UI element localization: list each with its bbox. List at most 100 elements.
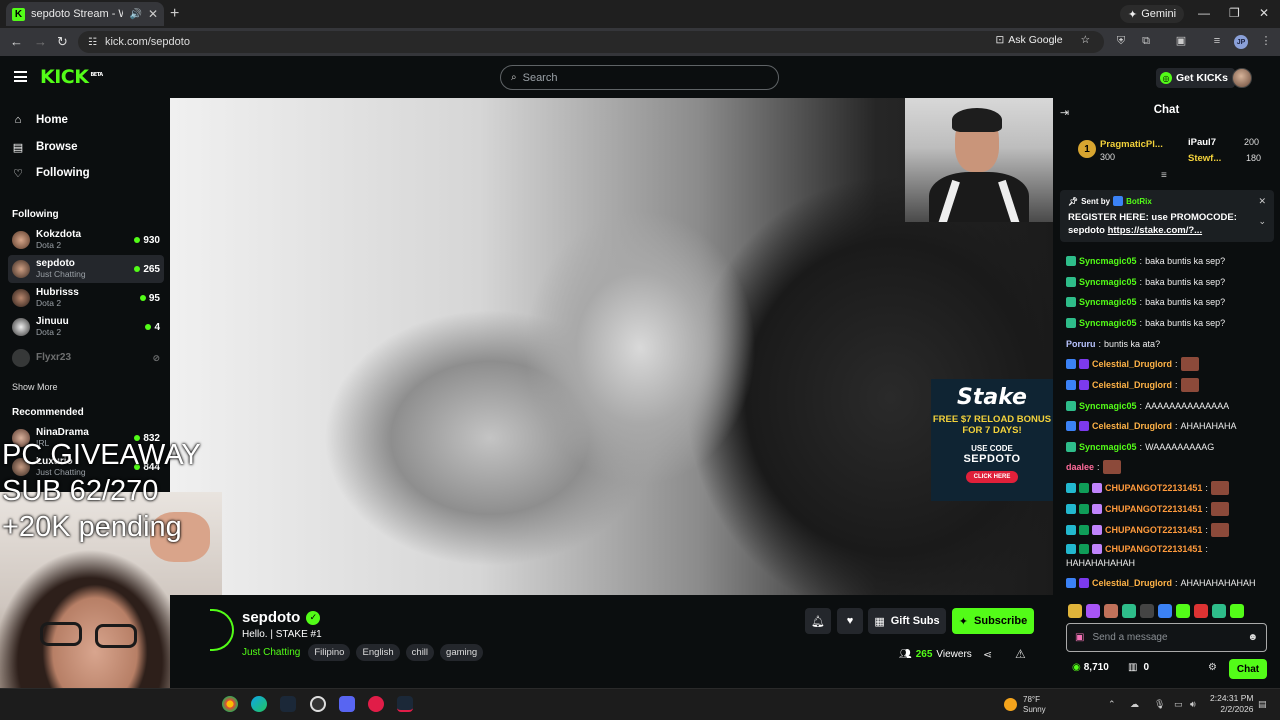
streamer-name[interactable]: sepdoto ✓ xyxy=(242,609,321,626)
tray-chevron-icon[interactable]: ⌃ xyxy=(1108,699,1116,710)
emote-icon[interactable] xyxy=(1086,604,1100,618)
emote-icon[interactable] xyxy=(1068,604,1082,618)
stream-tag[interactable]: Filipino xyxy=(308,644,351,661)
emote-icon[interactable] xyxy=(1212,604,1226,618)
chat-username[interactable]: CHUPANGOT22131451 xyxy=(1105,544,1202,554)
ad-cta-button[interactable]: CLICK HERE xyxy=(965,470,1019,483)
search-bar[interactable]: ⌕ xyxy=(500,65,779,90)
following-channel[interactable]: Jinuuu Dota 2 4 xyxy=(8,313,164,341)
gift-icon[interactable]: ▣ xyxy=(1075,632,1084,643)
audio-icon[interactable]: 🔊 xyxy=(129,9,141,20)
leaderboard-name[interactable]: PragmaticPl... xyxy=(1100,139,1163,150)
browser-tab[interactable]: K sepdoto Stream - Watch Li 🔊 ✕ xyxy=(6,2,164,26)
following-channel[interactable]: Kokzdota Dota 2 930 xyxy=(8,226,164,254)
mic-icon[interactable]: 🎙︎ xyxy=(1154,699,1165,710)
chat-username[interactable]: CHUPANGOT22131451 xyxy=(1105,483,1202,493)
share-icon[interactable]: ⋖ xyxy=(983,648,992,661)
pinned-message[interactable]: 📌︎ Sent by BotRix REGISTER HERE: use PRO… xyxy=(1060,190,1274,242)
gemini-button[interactable]: ✦ Gemini xyxy=(1120,5,1185,23)
steam-taskbar-icon[interactable] xyxy=(280,696,296,712)
chat-username[interactable]: CHUPANGOT22131451 xyxy=(1105,525,1202,535)
menu-icon[interactable] xyxy=(14,71,27,82)
forward-icon[interactable]: → xyxy=(34,34,47,49)
chat-username[interactable]: Syncmagic05 xyxy=(1079,297,1137,307)
browser-menu-icon[interactable]: ⋮ xyxy=(1260,35,1272,47)
tab-search-icon[interactable]: ▣ xyxy=(1175,35,1187,47)
channel-points[interactable]: ▥ 0 xyxy=(1128,662,1149,673)
subscribe-button[interactable]: ✦ Subscribe xyxy=(952,608,1034,634)
reading-list-icon[interactable]: ≡ xyxy=(1211,35,1223,47)
chat-username[interactable]: Poruru xyxy=(1066,339,1096,349)
steam-active-taskbar-icon[interactable] xyxy=(397,696,413,712)
minimize-icon[interactable]: — xyxy=(1198,6,1210,20)
chat-username[interactable]: Syncmagic05 xyxy=(1079,442,1137,452)
nav-browse[interactable]: ▤ Browse xyxy=(12,139,78,155)
chat-username[interactable]: Celestial_Druglord xyxy=(1092,359,1172,369)
chat-username[interactable]: Celestial_Druglord xyxy=(1092,578,1172,588)
shield-extension-icon[interactable]: ⛨ xyxy=(1115,35,1127,47)
emote-icon[interactable] xyxy=(1176,604,1190,618)
search-input[interactable] xyxy=(522,71,763,84)
stream-tag[interactable]: gaming xyxy=(440,644,484,661)
get-kicks-button[interactable]: ◎ Get KICKs xyxy=(1156,68,1235,88)
notifications-icon[interactable]: ▤ xyxy=(1258,699,1267,710)
close-tab-icon[interactable]: ✕ xyxy=(148,7,158,21)
leaderboard-name[interactable]: iPaul7 xyxy=(1188,137,1216,148)
chat-username[interactable]: Syncmagic05 xyxy=(1079,277,1137,287)
maximize-icon[interactable]: ❐ xyxy=(1229,6,1240,20)
chat-username[interactable]: Celestial_Druglord xyxy=(1092,380,1172,390)
unpin-icon[interactable]: ✕ xyxy=(1258,196,1266,207)
chat-username[interactable]: Celestial_Druglord xyxy=(1092,421,1172,431)
emote-icon[interactable] xyxy=(1104,604,1118,618)
profile-avatar[interactable]: JP xyxy=(1234,35,1248,49)
chat-username[interactable]: CHUPANGOT22131451 xyxy=(1105,504,1202,514)
emote-icon[interactable] xyxy=(1158,604,1172,618)
extensions-icon[interactable]: ⧉ xyxy=(1140,35,1152,47)
filter-icon[interactable]: ≡ xyxy=(1161,170,1167,181)
reload-icon[interactable]: ↻ xyxy=(57,34,68,50)
following-channel[interactable]: Hubrisss Dota 2 95 xyxy=(8,284,164,312)
close-window-icon[interactable]: ✕ xyxy=(1259,6,1269,20)
emoji-picker-icon[interactable]: ☻ xyxy=(1247,632,1258,643)
emote-icon[interactable] xyxy=(1140,604,1154,618)
edge-taskbar-icon[interactable] xyxy=(251,696,267,712)
nav-following[interactable]: ♡ Following xyxy=(12,165,90,181)
chat-username[interactable]: Syncmagic05 xyxy=(1079,401,1137,411)
chrome-taskbar-icon[interactable] xyxy=(222,696,238,712)
follow-button[interactable]: ♥ xyxy=(837,608,863,634)
nav-home[interactable]: ⌂ Home xyxy=(12,112,68,128)
discord-taskbar-icon[interactable] xyxy=(339,696,355,712)
emote-icon[interactable] xyxy=(1122,604,1136,618)
following-channel[interactable]: sepdoto Just Chatting 265 xyxy=(8,255,164,283)
following-channel-offline[interactable]: Flyxr23 ⊘ xyxy=(8,344,164,372)
back-icon[interactable]: ← xyxy=(10,34,23,49)
chat-username[interactable]: Syncmagic05 xyxy=(1079,256,1137,266)
new-tab-button[interactable]: + xyxy=(170,5,179,23)
chat-username[interactable]: daalee xyxy=(1066,462,1094,472)
chat-settings-icon[interactable]: ⚙ xyxy=(1208,662,1217,673)
chat-username[interactable]: Syncmagic05 xyxy=(1079,318,1137,328)
network-icon[interactable]: ▭ xyxy=(1174,699,1183,710)
bookmark-star-icon[interactable]: ☆ xyxy=(1081,34,1090,46)
emote-icon[interactable] xyxy=(1194,604,1208,618)
site-info-icon[interactable]: ☷ xyxy=(88,37,97,48)
report-icon[interactable]: ⚠ xyxy=(1015,647,1026,661)
stake-ad[interactable]: Stake FREE $7 RELOAD BONUS FOR 7 DAYS! U… xyxy=(931,379,1053,501)
stream-tag[interactable]: English xyxy=(356,644,400,661)
system-clock[interactable]: 2:24:31 PM 2/2/2026 xyxy=(1210,693,1253,716)
send-chat-button[interactable]: Chat xyxy=(1229,659,1267,679)
chat-message-input[interactable] xyxy=(1092,632,1240,643)
chat-input-box[interactable]: ▣ ☻ xyxy=(1066,623,1267,652)
volume-icon[interactable]: 🔊︎ xyxy=(1190,699,1196,710)
stream-category-link[interactable]: Just Chatting xyxy=(242,647,300,658)
kick-logo[interactable]: KICK BETA xyxy=(40,66,103,88)
pinned-link[interactable]: https://stake.com/?... xyxy=(1108,225,1203,236)
kicks-balance[interactable]: ◉ 8,710 xyxy=(1072,662,1109,673)
gift-subs-button[interactable]: ▦ Gift Subs xyxy=(868,608,946,634)
app-taskbar-icon[interactable] xyxy=(310,696,326,712)
weather-widget[interactable]: 78°F Sunny xyxy=(1004,695,1046,714)
user-avatar[interactable] xyxy=(1232,68,1252,88)
show-more-link[interactable]: Show More xyxy=(12,382,58,392)
ask-google-button[interactable]: ⊡ Ask Google ☆ xyxy=(995,34,1090,46)
notification-bell-button[interactable]: 🔔︎ xyxy=(805,608,831,634)
